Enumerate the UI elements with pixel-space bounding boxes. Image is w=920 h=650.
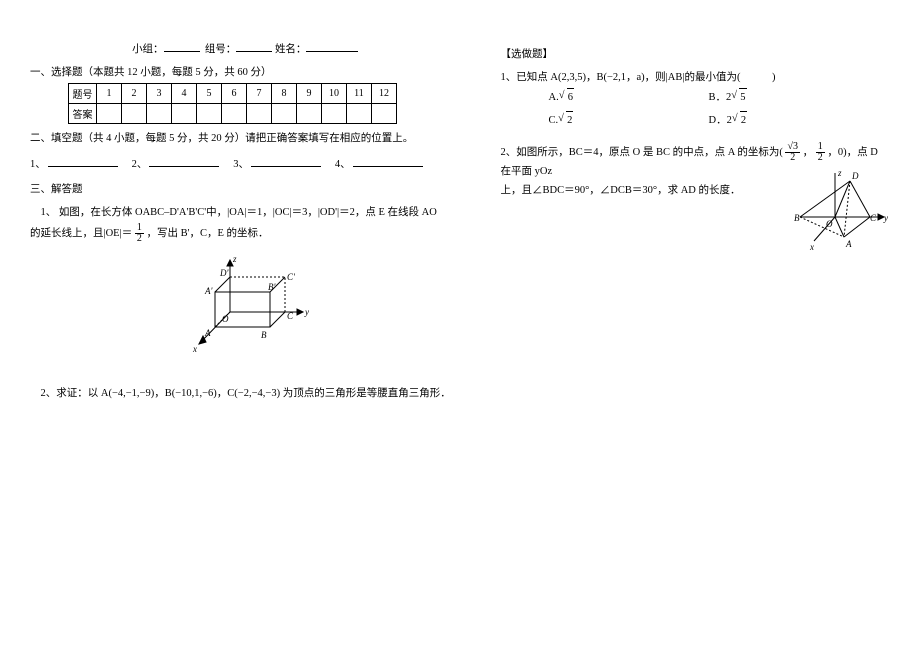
ans-cell [372, 104, 397, 124]
optq2-a: 2、如图所示，BC＝4，原点 O 是 BC 的中点，点 A 的坐标为( [501, 147, 783, 158]
q1-line1: 1、 如图，在长方体 OABC–D'A'B'C'中，|OA|＝1，|OC|＝3，… [30, 204, 461, 223]
fill-item: 4、 [335, 159, 351, 170]
fill-blank [149, 155, 219, 167]
fraction-1-2: 12 [816, 142, 825, 163]
fraction-half: 12 [135, 223, 144, 244]
row-label: 答案 [69, 104, 97, 124]
rhombus-svg: z y x O B C D A [780, 167, 890, 262]
label-O: O [222, 314, 229, 324]
right-column: 【选做题】 1、已知点 A(2,3,5)，B(−2,1，a)，则|AB|的最小值… [501, 40, 891, 630]
table-row: 答案 [69, 104, 397, 124]
left-column: 小组： 组号： 姓名： 一、选择题（本题共 12 小题，每题 5 分，共 60 … [30, 40, 461, 630]
label-D2: D [851, 171, 859, 181]
optional-heading: 【选做题】 [501, 46, 891, 61]
row-label: 题号 [69, 84, 97, 104]
ans-cell [147, 104, 172, 124]
name-blank [306, 40, 358, 52]
fill-item: 3、 [233, 159, 249, 170]
q1-line2a: 的延长线上，且|OE|＝ [30, 228, 132, 239]
axis-z: z [232, 254, 237, 264]
groupno-label: 组号： [205, 44, 237, 55]
ans-cell [347, 104, 372, 124]
ans-cell [172, 104, 197, 124]
figure-cuboid: z y x O A B C D' A' B' C' [30, 252, 461, 365]
col-num: 1 [97, 84, 122, 104]
axis-z2: z [837, 168, 842, 178]
name-label: 姓名： [275, 44, 307, 55]
optq1-text: 1、已知点 A(2,3,5)，B(−2,1，a)，则|AB|的最小值为( ) [501, 72, 776, 83]
ans-cell [197, 104, 222, 124]
label-A: A [204, 328, 211, 338]
col-num: 12 [372, 84, 397, 104]
option-c: C.2 [549, 111, 709, 131]
label-Cp: C' [287, 272, 296, 282]
col-num: 8 [272, 84, 297, 104]
question-2: 2、求证：以 A(−4,−1,−9)，B(−10,1,−6)，C(−2,−4,−… [30, 385, 461, 404]
col-num: 9 [297, 84, 322, 104]
fill-item: 2、 [132, 159, 148, 170]
table-row: 题号 1 2 3 4 5 6 7 8 9 10 11 12 [69, 84, 397, 104]
col-num: 6 [222, 84, 247, 104]
label-Bp: B' [268, 282, 276, 292]
q2-text: 2、求证：以 A(−4,−1,−9)，B(−10,1,−6)，C(−2,−4,−… [30, 385, 461, 404]
answer-table: 题号 1 2 3 4 5 6 7 8 9 10 11 12 答案 [68, 83, 397, 124]
fraction-rt3-2: √32 [785, 142, 800, 163]
label-C2: C [870, 213, 877, 223]
label-Ap: A' [204, 286, 213, 296]
cuboid-svg: z y x O A B C D' A' B' C' [175, 252, 315, 362]
axis-x2: x [809, 242, 814, 252]
group-blank [164, 40, 200, 52]
ans-cell [222, 104, 247, 124]
col-num: 5 [197, 84, 222, 104]
ans-cell [297, 104, 322, 124]
fill-blank [353, 155, 423, 167]
fill-item: 1、 [30, 159, 46, 170]
axis-y2: y [883, 213, 888, 223]
col-num: 10 [322, 84, 347, 104]
optq2-b: ， [803, 147, 814, 158]
opt-question-1: 1、已知点 A(2,3,5)，B(−2,1，a)，则|AB|的最小值为( ) A… [501, 69, 891, 134]
ans-cell [122, 104, 147, 124]
q1-line2b: ，写出 B'，C，E 的坐标． [146, 228, 268, 239]
ans-cell [322, 104, 347, 124]
fill-blanks-line: 1、 2、 3、 4、 [30, 155, 461, 171]
label-B: B [261, 330, 267, 340]
option-d: D．22 [709, 111, 869, 131]
label-B2: B [794, 213, 800, 223]
ans-cell [97, 104, 122, 124]
section2-title: 二、填空题（共 4 小题，每题 5 分，共 20 分）请把正确答案填写在相应的位… [30, 130, 461, 145]
figure-rhombus: z y x O B C D A [780, 167, 890, 270]
col-num: 7 [247, 84, 272, 104]
axis-x: x [192, 344, 197, 354]
question-1: 1、 如图，在长方体 OABC–D'A'B'C'中，|OA|＝1，|OC|＝3，… [30, 204, 461, 244]
col-num: 2 [122, 84, 147, 104]
col-num: 3 [147, 84, 172, 104]
ans-cell [247, 104, 272, 124]
fill-blank [251, 155, 321, 167]
groupno-blank [236, 40, 272, 52]
option-a: A.6 [549, 88, 709, 108]
label-Dp: D' [219, 268, 229, 278]
col-num: 4 [172, 84, 197, 104]
col-num: 11 [347, 84, 372, 104]
label-A2: A [845, 239, 852, 249]
header-line: 小组： 组号： 姓名： [30, 40, 461, 56]
opt-options: A.6 B．25 C.2 D．22 [549, 88, 891, 134]
label-O2: O [826, 219, 833, 229]
axis-y: y [304, 307, 309, 317]
section1-title: 一、选择题（本题共 12 小题，每题 5 分，共 60 分） [30, 64, 461, 79]
option-b: B．25 [709, 88, 869, 108]
opt-question-2: 2、如图所示，BC＝4，原点 O 是 BC 的中点，点 A 的坐标为( √32 … [501, 142, 891, 201]
ans-cell [272, 104, 297, 124]
group-label: 小组： [132, 44, 164, 55]
label-C: C [287, 311, 294, 321]
section3-title: 三、解答题 [30, 181, 461, 196]
fill-blank [48, 155, 118, 167]
